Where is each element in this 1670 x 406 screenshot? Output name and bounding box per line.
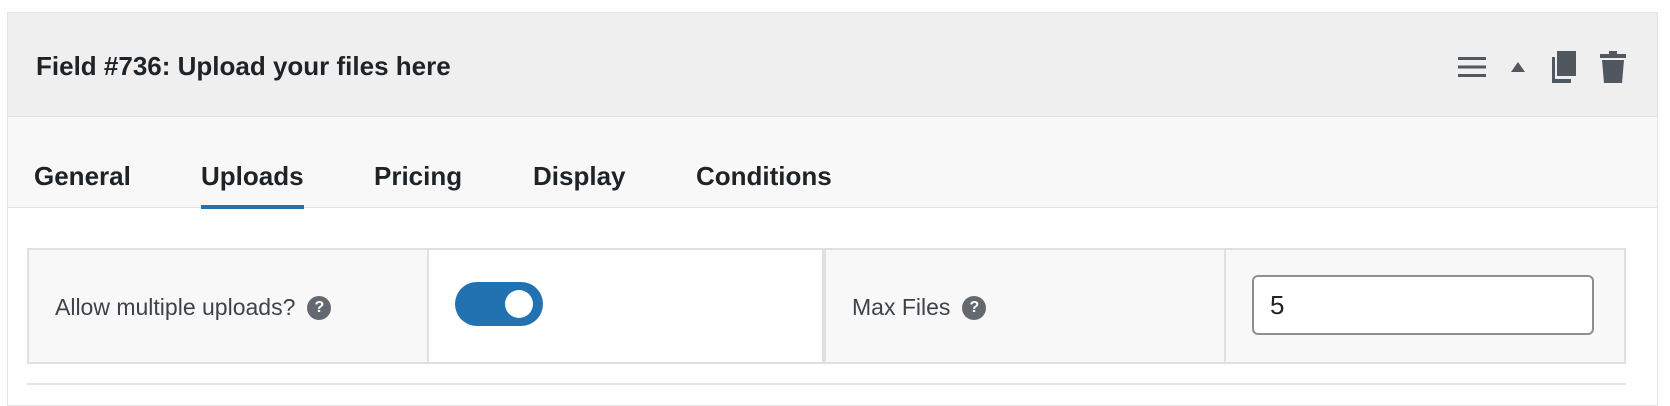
- tab-uploads[interactable]: Uploads: [201, 161, 304, 209]
- tab-display[interactable]: Display: [533, 161, 626, 192]
- max-files-label: Max Files: [852, 294, 951, 320]
- help-icon[interactable]: ?: [962, 295, 987, 320]
- allow-multiple-label-row: Allow multiple uploads? ?: [55, 294, 332, 321]
- tab-bar: General Uploads Pricing Display Conditio…: [8, 117, 1657, 209]
- allow-multiple-label-cell: Allow multiple uploads? ?: [29, 250, 429, 362]
- tab-pricing[interactable]: Pricing: [374, 161, 462, 192]
- field-title: Field #736: Upload your files here: [36, 51, 451, 81]
- collapse-up-icon[interactable]: [1509, 60, 1527, 74]
- settings-table: Allow multiple uploads? ? Max Files ?: [27, 248, 1626, 364]
- divider: [27, 383, 1626, 385]
- allow-multiple-label: Allow multiple uploads?: [55, 294, 296, 320]
- max-files-control-cell: [1226, 250, 1624, 362]
- max-files-label-row: Max Files ?: [852, 294, 987, 321]
- duplicate-icon[interactable]: [1549, 50, 1577, 84]
- header-actions: [1457, 49, 1627, 85]
- tab-general[interactable]: General: [34, 161, 131, 192]
- allow-multiple-control-cell: [429, 250, 826, 362]
- menu-icon[interactable]: [1457, 55, 1487, 79]
- help-icon[interactable]: ?: [307, 295, 332, 320]
- toggle-knob: [505, 290, 533, 318]
- allow-multiple-toggle[interactable]: [455, 282, 543, 326]
- field-header: Field #736: Upload your files here: [8, 13, 1657, 117]
- max-files-input[interactable]: [1252, 275, 1594, 335]
- tab-conditions[interactable]: Conditions: [696, 161, 832, 192]
- trash-icon[interactable]: [1599, 51, 1627, 83]
- max-files-label-cell: Max Files ?: [826, 250, 1226, 362]
